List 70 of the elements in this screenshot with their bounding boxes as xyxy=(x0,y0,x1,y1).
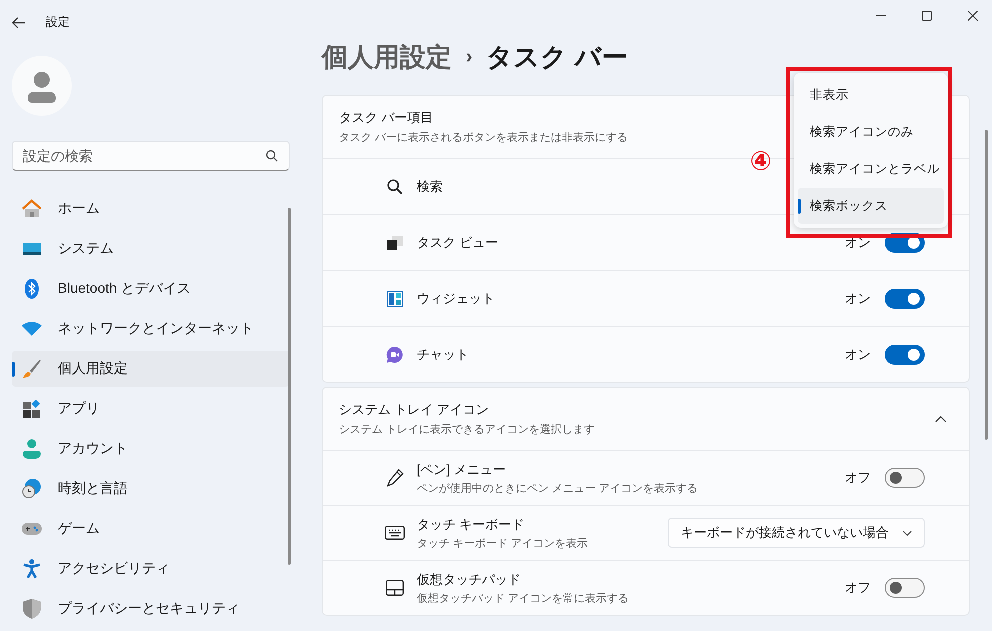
apps-icon xyxy=(22,400,42,418)
setting-description: 仮想タッチパッド アイコンを常に表示する xyxy=(417,592,630,606)
setting-label: [ペン] メニュー xyxy=(417,460,506,478)
nav-item[interactable]: アカウント xyxy=(12,431,290,467)
setting-description: タッチ キーボード アイコンを表示 xyxy=(417,536,588,550)
section-description: タスク バーに表示されるボタンを表示または非表示にする xyxy=(339,131,628,145)
back-icon[interactable] xyxy=(12,16,26,28)
toggle-switch[interactable] xyxy=(885,288,925,308)
window-title: 設定 xyxy=(46,14,70,31)
bluetooth-icon xyxy=(22,279,42,299)
nav-item[interactable]: アプリ xyxy=(12,391,290,427)
search-icon xyxy=(266,150,278,162)
chevron-icon[interactable] xyxy=(935,416,947,422)
dropdown[interactable]: キーボードが接続されていない場合 xyxy=(668,518,925,548)
maximize-icon[interactable] xyxy=(922,10,932,20)
nav-item[interactable]: ネットワークとインターネット xyxy=(12,311,290,347)
widgets-icon xyxy=(385,290,405,306)
toggle-state-label: オン xyxy=(845,234,871,252)
setting-label: 検索 xyxy=(417,178,443,196)
section-title: システム トレイ アイコン xyxy=(339,401,490,419)
chevron-down-icon xyxy=(903,530,912,536)
setting-label: 仮想タッチパッド xyxy=(417,570,521,588)
nav-item[interactable]: 個人用設定 xyxy=(12,351,290,387)
search-field[interactable]: 設定の検索 xyxy=(12,141,290,171)
nav-item[interactable]: ホーム xyxy=(12,191,290,227)
touchpad-icon xyxy=(385,580,405,596)
section-description: システム トレイに表示できるアイコンを選択します xyxy=(339,423,596,437)
setting-label: ウィジェット xyxy=(417,290,495,308)
nav-item[interactable]: プライバシーとセキュリティ xyxy=(12,591,290,627)
house-icon xyxy=(22,199,42,219)
nav-item[interactable]: Bluetooth とデバイス xyxy=(12,271,290,307)
toggle-state-label: オン xyxy=(845,346,871,364)
toggle-state-label: オン xyxy=(845,290,871,308)
globe-clock-icon xyxy=(22,479,42,499)
nav-item[interactable]: 時刻と言語 xyxy=(12,471,290,507)
toggle-state-label: オフ xyxy=(845,579,871,597)
shield-icon xyxy=(22,599,42,619)
menu-option[interactable]: 検索アイコンとラベル xyxy=(798,151,944,187)
setting-label: チャット xyxy=(417,346,469,364)
monitor-icon xyxy=(22,241,42,257)
paintbrush-icon xyxy=(22,359,42,379)
search-icon xyxy=(385,178,405,194)
toggle-switch[interactable] xyxy=(885,578,925,598)
breadcrumb-parent[interactable]: 個人用設定 xyxy=(322,40,452,74)
page-title: タスク バー xyxy=(486,40,628,74)
chat-bubble-icon xyxy=(385,346,405,362)
nav-item[interactable]: アクセシビリティ xyxy=(12,551,290,587)
toggle-state-label: オフ xyxy=(845,469,871,487)
menu-option[interactable]: 非表示 xyxy=(798,77,944,113)
nav-item[interactable]: システム xyxy=(12,231,290,267)
person-icon xyxy=(22,439,42,459)
pen-icon xyxy=(385,469,405,487)
menu-option[interactable]: 検索ボックス xyxy=(798,188,944,224)
wifi-icon xyxy=(22,322,42,336)
toggle-switch[interactable] xyxy=(885,468,925,488)
setting-label: タッチ キーボード xyxy=(417,516,525,534)
overlapping-squares-icon xyxy=(385,236,405,250)
menu-option[interactable]: 検索アイコンのみ xyxy=(798,114,944,150)
annotation-number: ④ xyxy=(748,146,773,176)
nav-item[interactable]: ゲーム xyxy=(12,511,290,547)
avatar-icon xyxy=(12,56,72,116)
breadcrumb-separator: › xyxy=(466,46,473,68)
close-icon[interactable] xyxy=(968,10,978,20)
gamepad-icon xyxy=(22,522,42,536)
toggle-switch[interactable] xyxy=(885,344,925,364)
section-title: タスク バー項目 xyxy=(339,109,434,127)
setting-label: タスク ビュー xyxy=(417,234,499,252)
accessibility-icon xyxy=(22,559,42,579)
setting-description: ペンが使用中のときにペン メニュー アイコンを表示する xyxy=(417,482,698,496)
keyboard-icon xyxy=(385,526,405,540)
